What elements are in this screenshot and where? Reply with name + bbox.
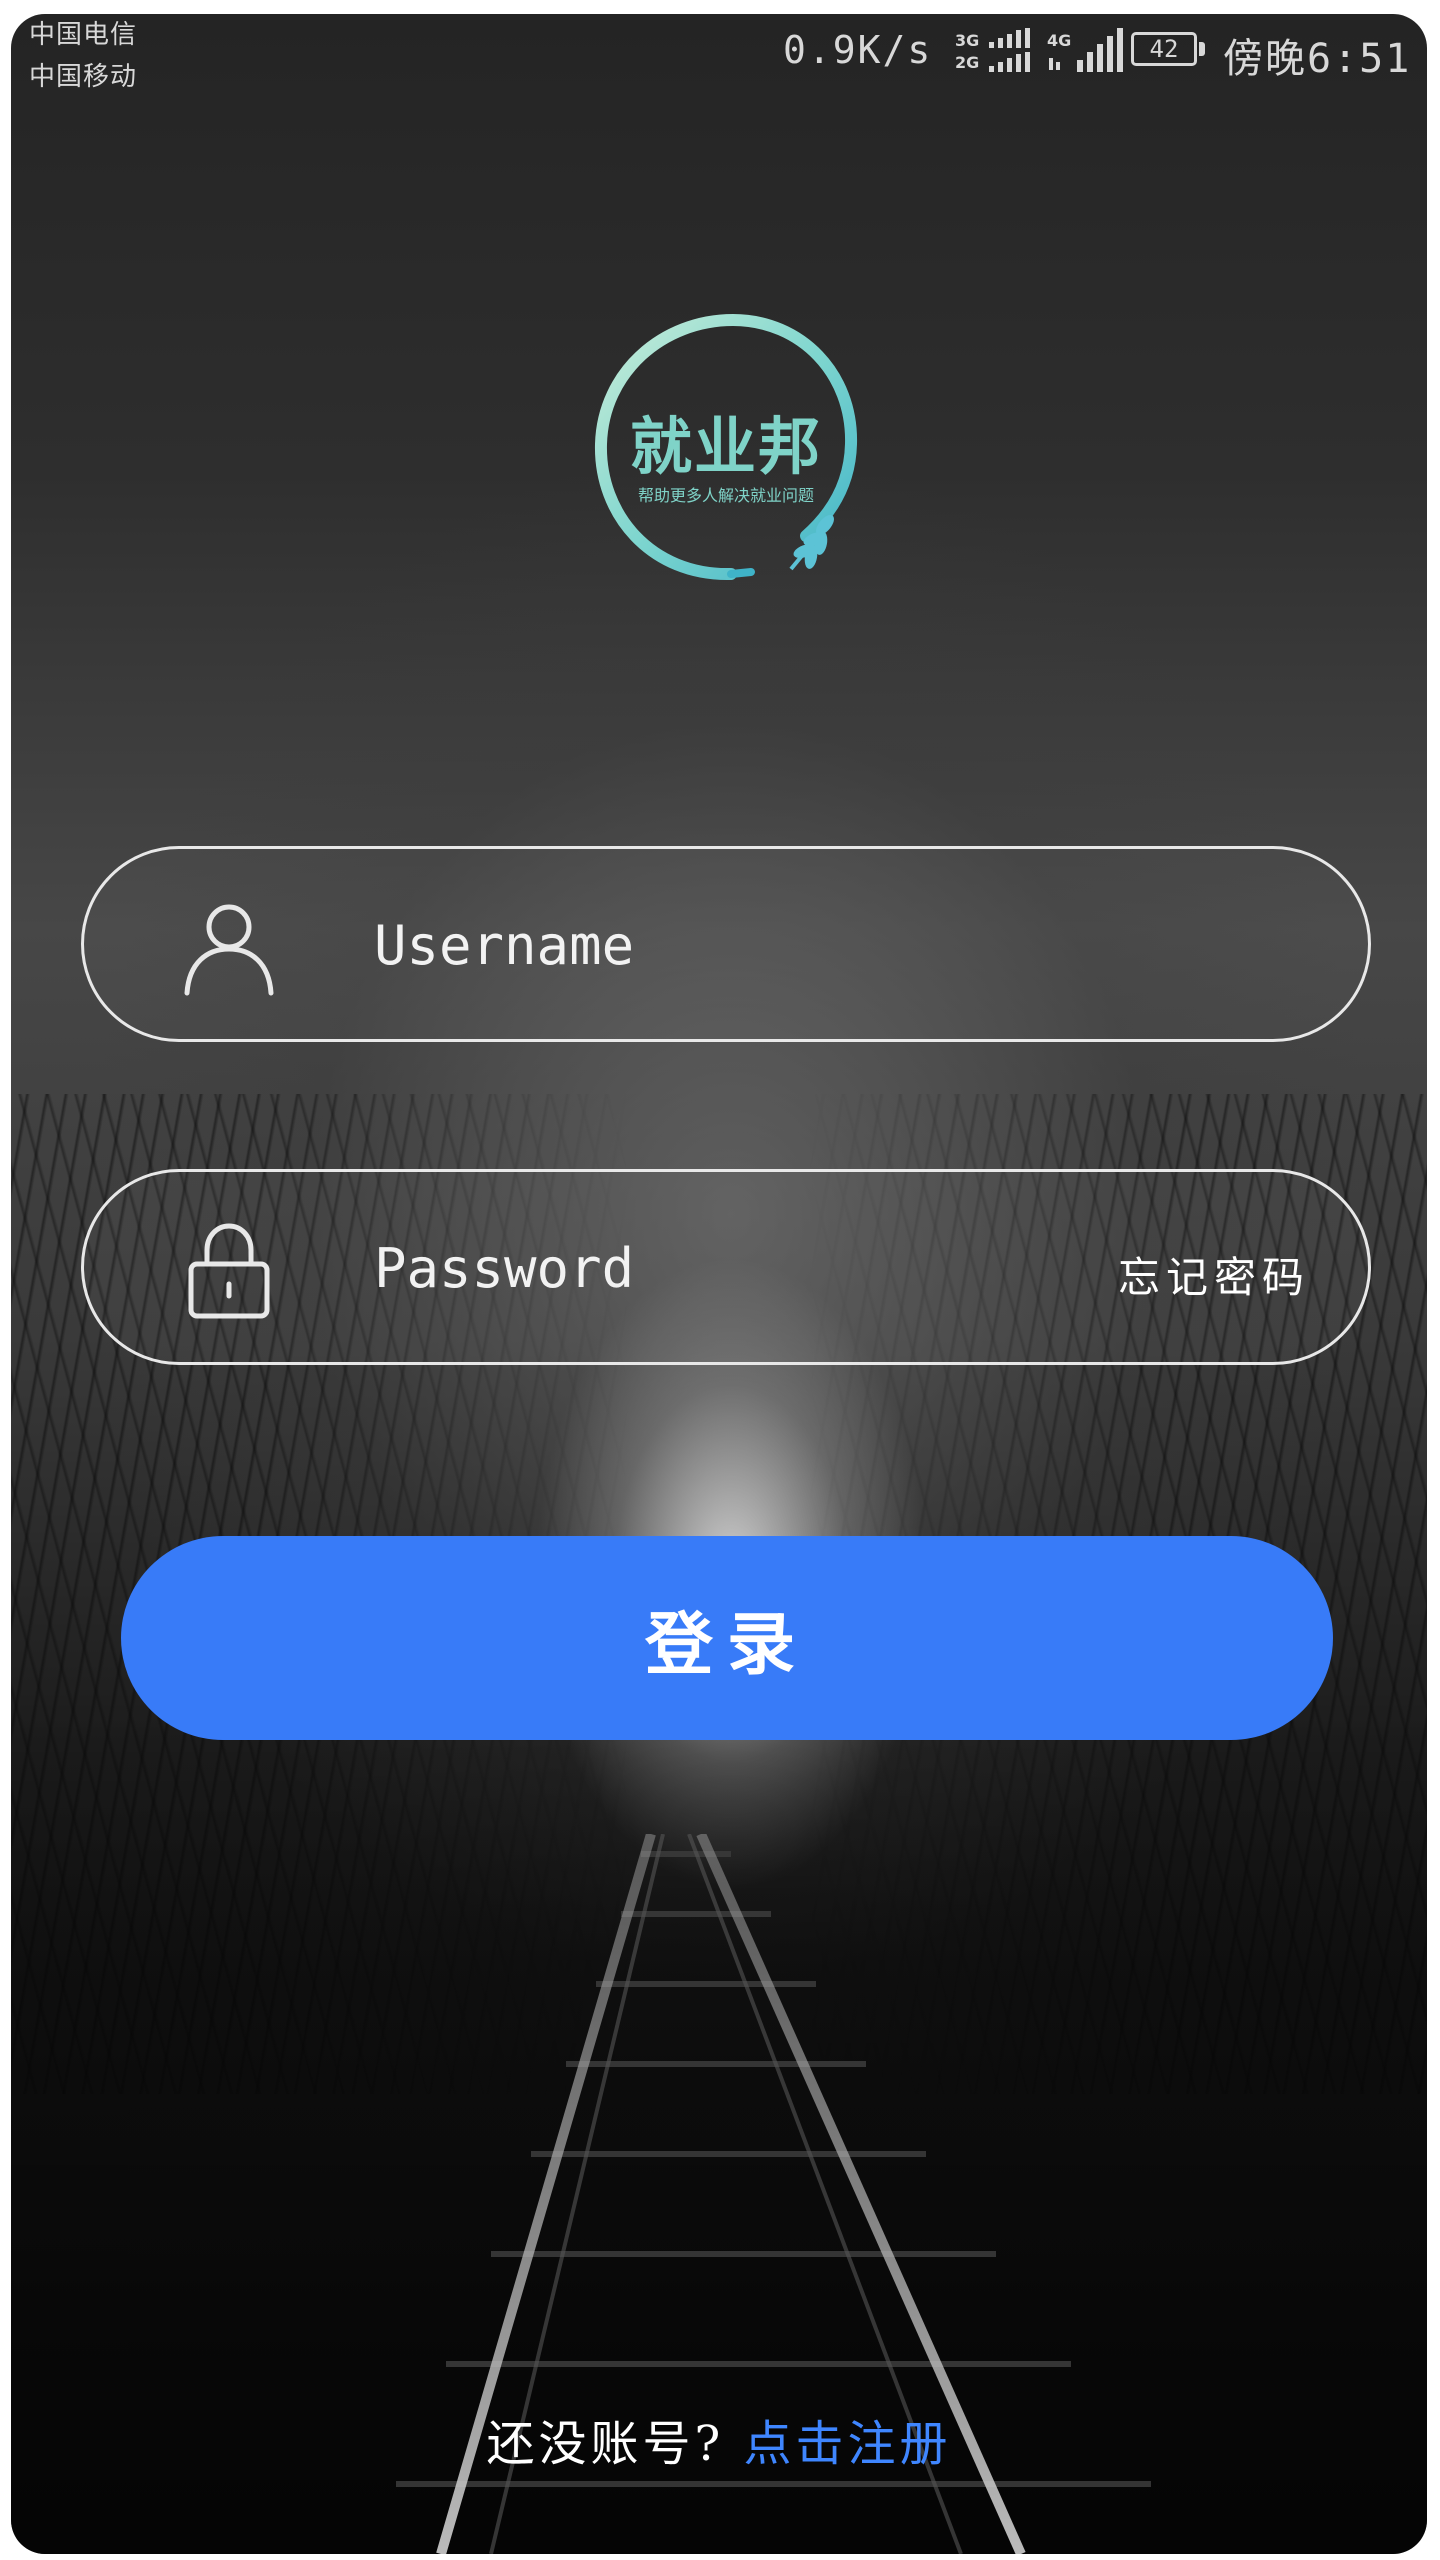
- signal-1-bottom-label: 2G: [955, 53, 979, 72]
- username-field[interactable]: [81, 846, 1371, 1042]
- signal-3g-2g-icon: 3G 2G: [955, 28, 1030, 72]
- user-icon: [184, 904, 274, 996]
- username-input[interactable]: [374, 899, 1074, 991]
- status-time: 傍晚6:51: [1223, 36, 1412, 82]
- register-link[interactable]: 点击注册: [744, 2416, 952, 2472]
- password-field[interactable]: 忘记密码: [81, 1169, 1371, 1365]
- login-screen: 中国电信 中国移动 0.9K/s 3G 2G 4G 42 傍晚6:51 就业邦 …: [11, 14, 1427, 2554]
- carrier-name-primary: 中国电信: [29, 20, 138, 50]
- signal-4g-icon: 4G: [1047, 28, 1123, 72]
- status-bar: 中国电信 中国移动 0.9K/s 3G 2G 4G 42 傍晚6:51: [11, 14, 1427, 94]
- logo-title: 就业邦: [629, 410, 822, 483]
- forgot-password-link[interactable]: 忘记密码: [1118, 1244, 1310, 1305]
- battery-icon: 42: [1131, 32, 1197, 66]
- app-logo: 就业邦 帮助更多人解决就业问题: [581, 304, 871, 594]
- signal-1-top-label: 3G: [955, 31, 979, 50]
- logo-tagline: 帮助更多人解决就业问题: [637, 486, 814, 505]
- carrier-name-secondary: 中国移动: [29, 62, 138, 92]
- battery-level: 42: [1149, 35, 1179, 63]
- login-button[interactable]: 登录: [121, 1536, 1333, 1740]
- wheat-leaf-icon: [789, 515, 834, 571]
- register-prompt: 还没账号?: [486, 2416, 725, 2472]
- password-input[interactable]: [374, 1222, 1074, 1314]
- battery-tip-icon: [1199, 42, 1205, 56]
- lock-icon: [188, 1223, 270, 1319]
- network-speed: 0.9K/s: [783, 28, 933, 72]
- register-row: 还没账号? 点击注册: [11, 2404, 1427, 2474]
- signal-2-label: 4G: [1047, 31, 1071, 50]
